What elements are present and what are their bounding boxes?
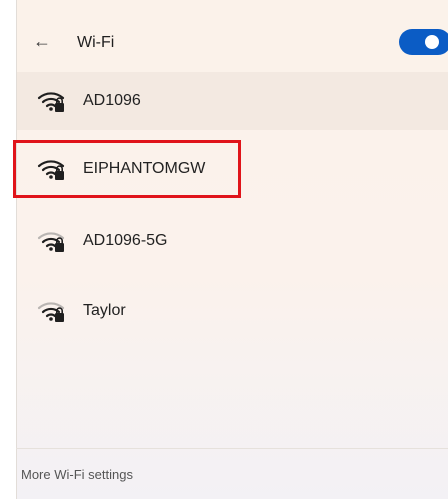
wifi-secured-icon (37, 232, 65, 252)
wifi-panel: ← Wi-Fi AD1096 EIPHANTOMGW AD1096-5G Tay… (16, 0, 448, 499)
wifi-secured-icon (37, 160, 65, 180)
back-arrow-icon: ← (33, 31, 51, 51)
wifi-secured-icon (37, 302, 65, 322)
wifi-toggle[interactable] (399, 29, 448, 55)
page-title: Wi-Fi (77, 34, 115, 51)
network-item-taylor[interactable]: Taylor (17, 282, 448, 340)
footer-divider (16, 448, 448, 449)
network-item-ad1096-5g[interactable]: AD1096-5G (17, 212, 448, 270)
more-wifi-settings-link[interactable]: More Wi-Fi settings (21, 467, 133, 482)
network-name: Taylor (83, 302, 126, 319)
desktop-edge (0, 0, 16, 499)
network-item-ad1096[interactable]: AD1096 (17, 72, 448, 130)
toggle-knob (425, 35, 439, 49)
wifi-secured-icon (37, 92, 65, 112)
network-name: AD1096-5G (83, 232, 168, 249)
wifi-header: ← Wi-Fi (17, 0, 448, 76)
network-name: AD1096 (83, 92, 141, 109)
network-item-eiphantomgw[interactable]: EIPHANTOMGW (17, 140, 448, 198)
back-button[interactable]: ← (33, 30, 57, 54)
network-name: EIPHANTOMGW (83, 160, 206, 177)
